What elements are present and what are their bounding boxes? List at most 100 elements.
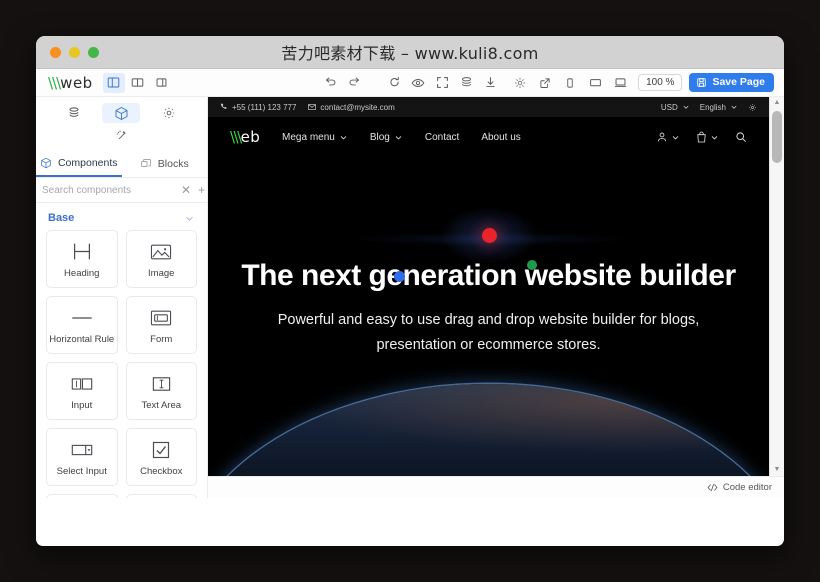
cube-icon[interactable] xyxy=(102,103,141,123)
save-page-button[interactable]: Save Page xyxy=(689,73,774,92)
account-icon[interactable] xyxy=(656,131,680,143)
language-selector[interactable]: English xyxy=(700,103,738,112)
layout-split-right-button[interactable] xyxy=(151,73,173,93)
desktop-background: 苦力吧素材下载 – www.kuli8.com \\\ web 100 % Sa… xyxy=(0,0,820,582)
code-editor-button[interactable]: Code editor xyxy=(723,482,772,493)
undo-button[interactable] xyxy=(319,73,341,93)
component-label: Horizontal Rule xyxy=(49,333,115,345)
expand-all-icon[interactable]: + xyxy=(198,184,205,196)
clear-icon[interactable]: ✕ xyxy=(181,184,191,196)
search-input[interactable] xyxy=(42,184,174,196)
search-icon[interactable] xyxy=(735,131,747,143)
component-label: Checkbox xyxy=(140,465,183,477)
component-label: Image xyxy=(148,267,175,279)
device-desktop-button[interactable] xyxy=(609,73,631,93)
category-base-label: Base xyxy=(48,212,75,224)
left-panel: Components Blocks ✕ + xyxy=(36,97,219,498)
scroll-down-arrow-icon[interactable]: ▼ xyxy=(774,466,781,474)
open-blocks-icon[interactable] xyxy=(55,103,93,123)
site-preview: +55 (111) 123 777 contact@mysite.com USD… xyxy=(208,97,769,476)
scrollbar-track[interactable] xyxy=(770,107,784,466)
scrollbar-thumb[interactable] xyxy=(772,111,782,163)
component-label: Input xyxy=(71,399,93,411)
cube-icon xyxy=(40,157,52,169)
site-settings-gear-icon[interactable] xyxy=(748,103,757,112)
component-radio-button[interactable]: Radio Button xyxy=(46,494,118,498)
site-navigation: \\\ eb Mega menu Blog Contact About us xyxy=(208,117,769,157)
theme-sun-button[interactable] xyxy=(509,73,531,93)
app-body: Components Blocks ✕ + xyxy=(36,97,784,498)
component-link[interactable]: Link xyxy=(125,494,197,498)
cart-icon[interactable] xyxy=(696,131,719,143)
checkbox-icon xyxy=(151,438,171,462)
app-window: 苦力吧素材下载 – www.kuli8.com \\\ web 100 % Sa… xyxy=(36,36,784,546)
preview-eye-button[interactable] xyxy=(407,73,429,93)
currency-selector[interactable]: USD xyxy=(661,103,690,112)
left-panel-tabs: Components Blocks xyxy=(36,150,207,178)
site-topbar: +55 (111) 123 777 contact@mysite.com USD… xyxy=(208,97,769,117)
app-logo: \\\ web xyxy=(44,74,93,92)
nav-link-label: Blog xyxy=(369,131,390,143)
image-icon xyxy=(149,240,173,264)
layers-button[interactable] xyxy=(455,73,477,93)
tab-components[interactable]: Components xyxy=(36,150,122,177)
device-tablet-button[interactable] xyxy=(584,73,606,93)
fullscreen-button[interactable] xyxy=(431,73,453,93)
chevron-down-icon xyxy=(710,133,719,142)
nav-link-about-us[interactable]: About us xyxy=(481,132,520,143)
site-phone-label: +55 (111) 123 777 xyxy=(232,102,297,112)
layout-split-center-button[interactable] xyxy=(127,73,149,93)
component-checkbox[interactable]: Checkbox xyxy=(125,428,197,486)
status-bar: Code editor xyxy=(208,476,784,498)
component-label: Select Input xyxy=(56,465,107,477)
tab-blocks-label: Blocks xyxy=(157,158,189,170)
site-email[interactable]: contact@mysite.com xyxy=(308,102,395,112)
chevron-down-icon xyxy=(682,103,690,111)
import-download-button[interactable] xyxy=(479,73,501,93)
site-logo[interactable]: \\\ eb xyxy=(230,128,260,146)
component-select-input[interactable]: Select Input xyxy=(46,428,118,486)
category-base-header[interactable]: Base xyxy=(36,203,207,230)
site-logo-word: eb xyxy=(240,128,261,146)
tab-blocks[interactable]: Blocks xyxy=(122,150,208,177)
canvas-scrollbar[interactable]: ▲ ▼ xyxy=(769,97,784,476)
device-mobile-button[interactable] xyxy=(559,73,581,93)
redo-button[interactable] xyxy=(343,73,365,93)
scroll-up-arrow-icon[interactable]: ▲ xyxy=(774,99,781,107)
code-brackets-icon xyxy=(707,483,718,492)
site-phone[interactable]: +55 (111) 123 777 xyxy=(220,103,296,112)
hero-heading[interactable]: The next generation website builder xyxy=(241,257,736,294)
component-image[interactable]: Image xyxy=(125,230,197,288)
app-logo-word: web xyxy=(60,73,93,92)
select-input-icon xyxy=(70,438,94,462)
hero-subheading[interactable]: Powerful and easy to use drag and drop w… xyxy=(238,308,739,358)
canvas-area: +55 (111) 123 777 contact@mysite.com USD… xyxy=(208,97,784,498)
magic-wand-icon[interactable] xyxy=(36,125,207,150)
nav-link-contact[interactable]: Contact xyxy=(425,132,459,143)
currency-label: USD xyxy=(660,102,678,112)
layout-split-left-button[interactable] xyxy=(102,72,125,93)
nav-link-label: Mega menu xyxy=(282,131,335,143)
nav-icon-group xyxy=(656,131,747,143)
chevron-down-icon xyxy=(184,213,195,224)
toolbar-right-actions: 100 % Save Page xyxy=(509,73,776,93)
nav-link-mega-menu[interactable]: Mega menu xyxy=(282,132,348,143)
site-email-label: contact@mysite.com xyxy=(320,102,395,112)
refresh-button[interactable] xyxy=(383,73,405,93)
component-text-area[interactable]: Text Area xyxy=(125,362,197,420)
nav-link-blog[interactable]: Blog xyxy=(370,132,403,143)
component-form[interactable]: Form xyxy=(125,296,197,354)
heading-icon xyxy=(70,240,94,264)
window-titlebar: 苦力吧素材下载 – www.kuli8.com xyxy=(36,36,784,69)
component-input[interactable]: Input xyxy=(46,362,118,420)
component-label: Form xyxy=(150,333,173,345)
mail-icon xyxy=(308,103,317,111)
layout-toggle-group xyxy=(102,72,173,93)
component-horizontal-rule[interactable]: Horizontal Rule xyxy=(46,296,118,354)
canvas-viewport: +55 (111) 123 777 contact@mysite.com USD… xyxy=(208,97,784,476)
components-grid: Heading Image Horizontal Rule Form Input… xyxy=(36,230,207,498)
settings-gear-icon[interactable] xyxy=(150,103,188,123)
component-heading[interactable]: Heading xyxy=(46,230,118,288)
zoom-level-display[interactable]: 100 % xyxy=(638,74,683,91)
open-external-button[interactable] xyxy=(534,73,556,93)
